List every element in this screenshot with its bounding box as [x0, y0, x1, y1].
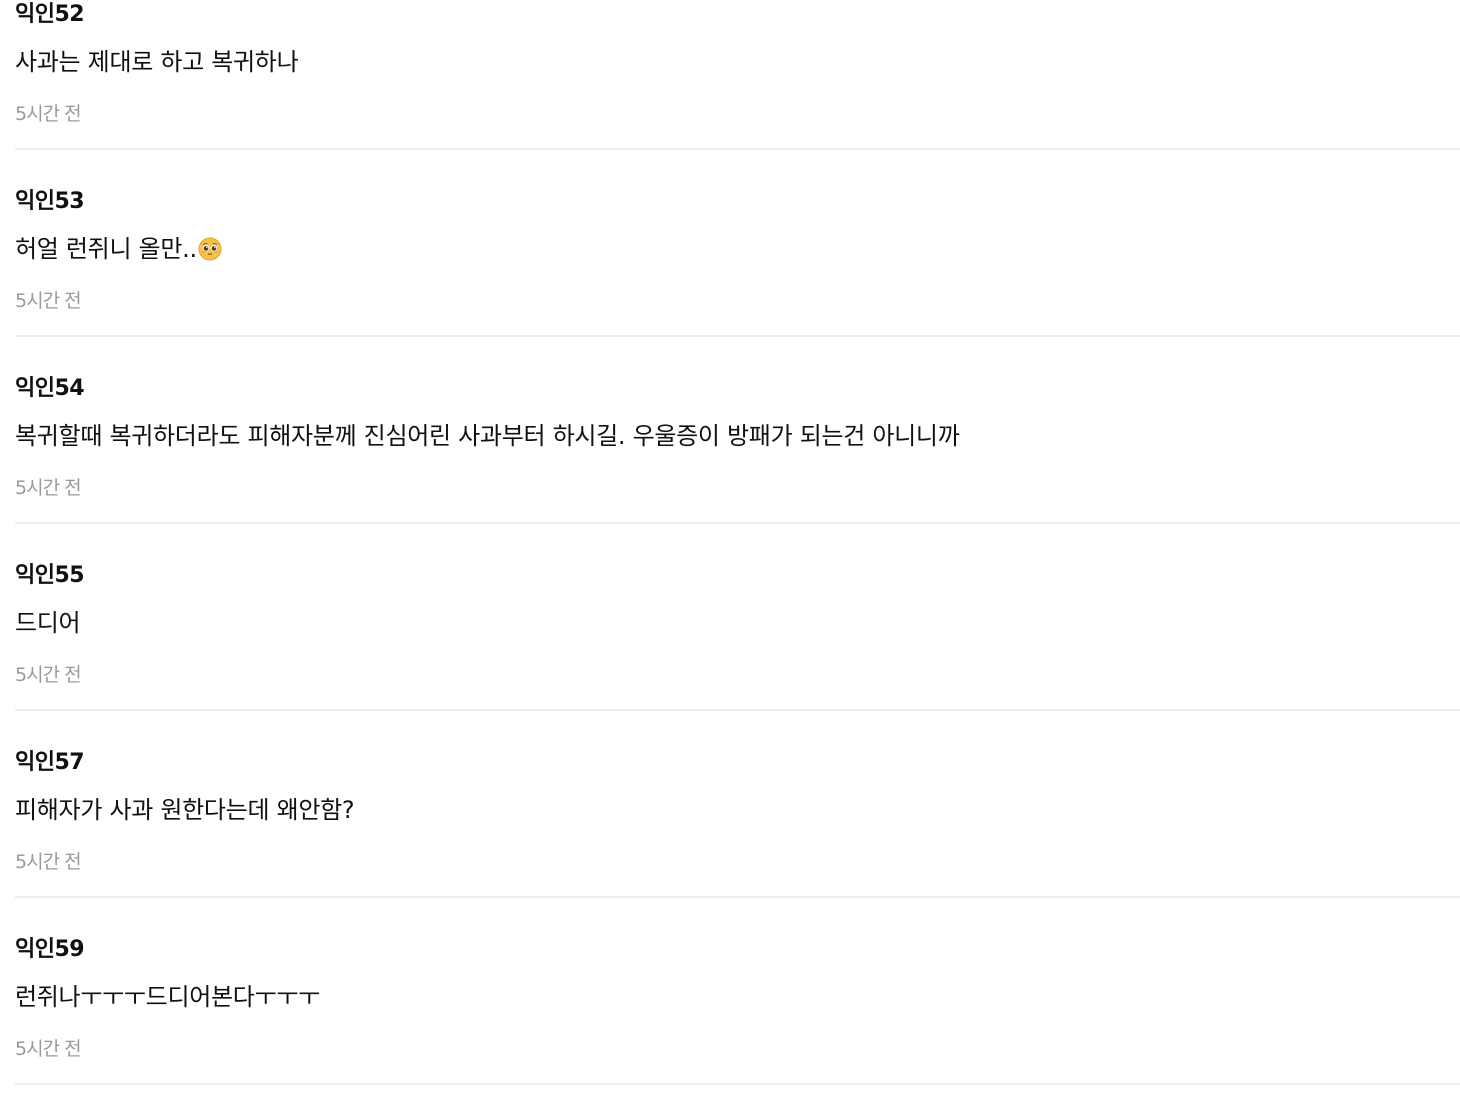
- comment-item: 익인53 허얼 런쥐니 올만.. 5시간 전: [15, 150, 1460, 337]
- comment-author[interactable]: 익인54: [15, 375, 85, 403]
- comment-author[interactable]: 익인52: [15, 1, 85, 29]
- comment-author[interactable]: 익인59: [15, 936, 85, 964]
- comment-text-row: 허얼 런쥐니 올만..: [15, 233, 222, 265]
- comment-text: 사과는 제대로 하고 복귀하나: [15, 48, 299, 76]
- comment-timestamp: 5시간 전: [15, 1038, 82, 1060]
- comment-text: 런쥐나ㅜㅜㅜ드디어본다ㅜㅜㅜ: [15, 983, 320, 1011]
- pleading-face-icon: [198, 237, 222, 261]
- comment-text: 복귀할때 복귀하더라도 피해자분께 진심어린 사과부터 하시길. 우울증이 방패…: [15, 422, 960, 450]
- comment-text: 드디어: [15, 609, 81, 637]
- comment-author[interactable]: 익인55: [15, 562, 85, 590]
- comment-item: 익인52 사과는 제대로 하고 복귀하나 5시간 전: [15, 0, 1460, 150]
- comment-author[interactable]: 익인53: [15, 188, 85, 216]
- comment-item: 익인54 복귀할때 복귀하더라도 피해자분께 진심어린 사과부터 하시길. 우울…: [15, 337, 1460, 524]
- comment-timestamp: 5시간 전: [15, 290, 82, 312]
- comment-item: 익인55 드디어 5시간 전: [15, 524, 1460, 711]
- comment-item: 익인59 런쥐나ㅜㅜㅜ드디어본다ㅜㅜㅜ 5시간 전: [15, 898, 1460, 1085]
- comment-list: 익인52 사과는 제대로 하고 복귀하나 5시간 전 익인53 허얼 런쥐니 올…: [0, 0, 1460, 1085]
- comment-timestamp: 5시간 전: [15, 664, 82, 686]
- comment-timestamp: 5시간 전: [15, 103, 82, 125]
- comment-timestamp: 5시간 전: [15, 477, 82, 499]
- comment-timestamp: 5시간 전: [15, 851, 82, 873]
- comment-text: 피해자가 사과 원한다는데 왜안함?: [15, 796, 355, 824]
- comment-item: 익인57 피해자가 사과 원한다는데 왜안함? 5시간 전: [15, 711, 1460, 898]
- comment-author[interactable]: 익인57: [15, 749, 85, 777]
- comment-text: 허얼 런쥐니 올만..: [15, 235, 197, 263]
